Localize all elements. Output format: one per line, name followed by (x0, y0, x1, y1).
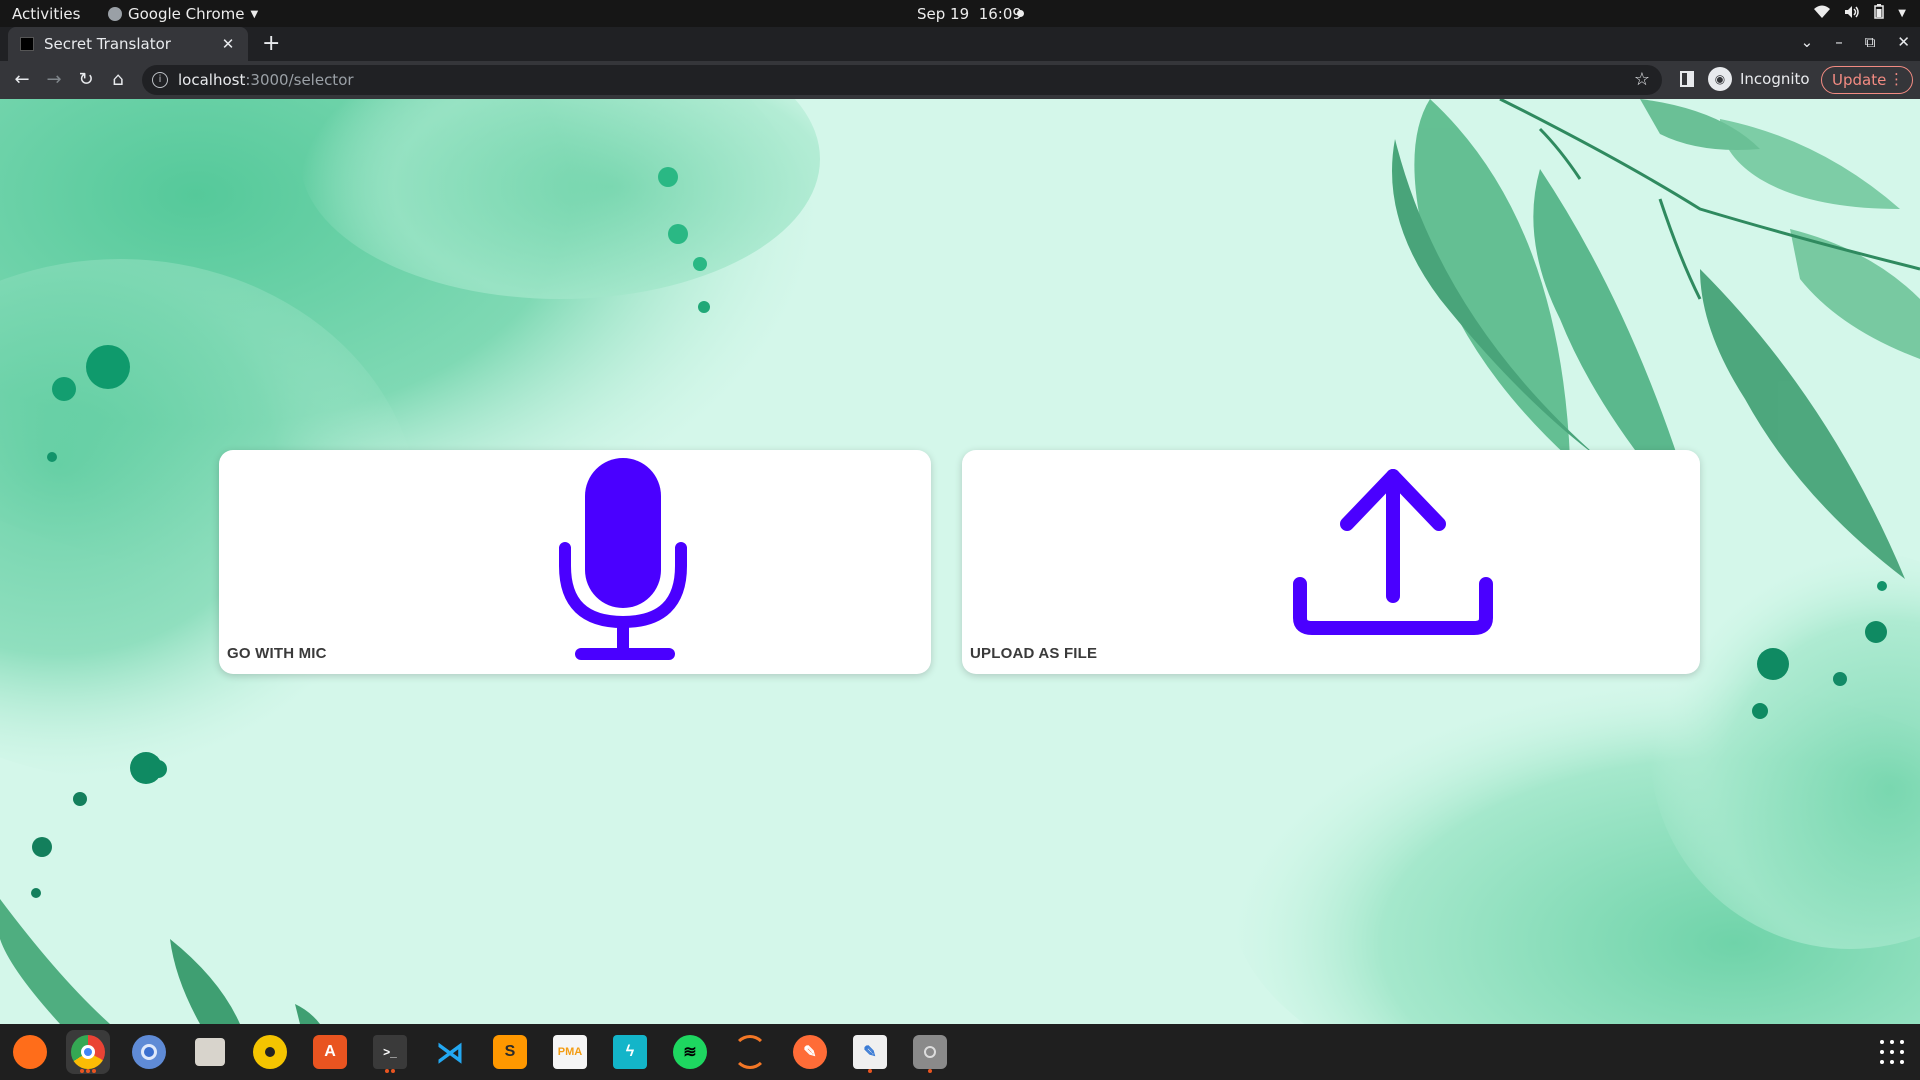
update-label: Update (1832, 71, 1887, 89)
reload-icon[interactable]: ↻ (75, 69, 97, 90)
system-tray[interactable]: ▼ (1814, 4, 1906, 23)
tab-secret-translator[interactable]: Secret Translator ✕ (8, 27, 248, 61)
date: Sep 19 (917, 5, 970, 23)
files-icon[interactable] (188, 1030, 232, 1074)
chrome-icon[interactable] (66, 1030, 110, 1074)
page-viewport: GO WITH MIC UPLOAD AS FILE (0, 99, 1920, 1024)
app-name: Google Chrome (128, 5, 245, 23)
sublime-text-icon[interactable]: S (488, 1030, 532, 1074)
postman-icon[interactable]: ✎ (788, 1030, 832, 1074)
side-panel-icon[interactable] (1680, 71, 1694, 87)
show-apps-grid-icon[interactable] (1880, 1040, 1904, 1064)
chrome-small-icon (108, 7, 122, 21)
back-icon[interactable]: ← (11, 69, 33, 90)
forward-icon[interactable]: → (43, 69, 65, 90)
phpmyadmin-icon[interactable]: PMA (548, 1030, 592, 1074)
bolt-icon[interactable]: ϟ (608, 1030, 652, 1074)
window-controls: ⌄ – ⧉ ✕ (1801, 33, 1910, 51)
disk-icon[interactable] (908, 1030, 952, 1074)
go-with-mic-label: GO WITH MIC (227, 645, 327, 662)
incognito-profile[interactable]: ◉ Incognito (1708, 67, 1810, 91)
chromium-icon[interactable] (127, 1030, 171, 1074)
vscode-icon[interactable]: ⋊ (428, 1030, 472, 1074)
running-indicator (86, 1069, 90, 1073)
browser-toolbar: ← → ↻ ⌂ i localhost:3000/selector ☆ ◉ In… (0, 61, 1920, 99)
tab-title: Secret Translator (44, 35, 171, 53)
upload-icon (1293, 469, 1493, 635)
incognito-icon: ◉ (1708, 67, 1732, 91)
home-icon[interactable]: ⌂ (107, 69, 129, 90)
incognito-label: Incognito (1740, 70, 1810, 88)
microphone-icon (559, 458, 687, 660)
app-store-icon[interactable]: A (308, 1030, 352, 1074)
url-host: localhost (178, 71, 246, 89)
jupyter-icon[interactable] (728, 1030, 772, 1074)
running-indicator (868, 1069, 872, 1073)
running-indicator (928, 1069, 932, 1073)
running-indicator (385, 1069, 389, 1073)
go-with-mic-card[interactable]: GO WITH MIC (219, 450, 931, 674)
favicon-icon (20, 37, 34, 51)
battery-icon (1874, 4, 1885, 23)
tab-strip: Secret Translator ✕ + ⌄ – ⧉ ✕ (0, 27, 1920, 61)
terminal-icon[interactable]: >_ (368, 1030, 412, 1074)
close-window-icon[interactable]: ✕ (1897, 33, 1910, 51)
running-indicator (80, 1069, 84, 1073)
tab-search-icon[interactable]: ⌄ (1801, 33, 1814, 51)
time: 16:09 (978, 5, 1022, 23)
url-path: :3000/selector (245, 71, 354, 89)
minimize-icon[interactable]: – (1835, 33, 1843, 51)
site-info-icon[interactable]: i (152, 72, 168, 88)
text-editor-icon[interactable]: ✎ (848, 1030, 892, 1074)
app-menu[interactable]: Google Chrome ▼ (108, 5, 258, 23)
caret-down-icon: ▼ (250, 8, 259, 20)
clock[interactable]: Sep 19 16:09 (917, 5, 1022, 23)
volume-icon (1844, 5, 1860, 23)
menu-kebab-icon[interactable]: ⋮ (1889, 70, 1904, 88)
update-button[interactable]: Update ⋮ (1821, 66, 1913, 94)
ubuntu-dock: A >_ ⋊ S PMA ϟ ≋ ✎ ✎ (0, 1024, 1920, 1080)
notification-dot (1017, 10, 1024, 17)
firefox-icon[interactable] (8, 1030, 52, 1074)
power-menu-caret-icon: ▼ (1898, 8, 1906, 19)
upload-as-file-label: UPLOAD AS FILE (970, 645, 1098, 662)
spotify-icon[interactable]: ≋ (668, 1030, 712, 1074)
running-indicator (391, 1069, 395, 1073)
activities-button[interactable]: Activities (12, 5, 80, 23)
rhythmbox-icon[interactable] (248, 1030, 292, 1074)
upload-as-file-card[interactable]: UPLOAD AS FILE (962, 450, 1700, 674)
close-tab-icon[interactable]: ✕ (216, 35, 240, 53)
bookmark-star-icon[interactable]: ☆ (1634, 69, 1650, 90)
system-top-bar: Activities Google Chrome ▼ Sep 19 16:09 … (0, 0, 1920, 27)
restore-icon[interactable]: ⧉ (1865, 33, 1876, 51)
address-bar[interactable]: i localhost:3000/selector ☆ (142, 65, 1662, 95)
wifi-icon (1814, 5, 1831, 23)
running-indicator (92, 1069, 96, 1073)
new-tab-button[interactable]: + (262, 31, 280, 56)
